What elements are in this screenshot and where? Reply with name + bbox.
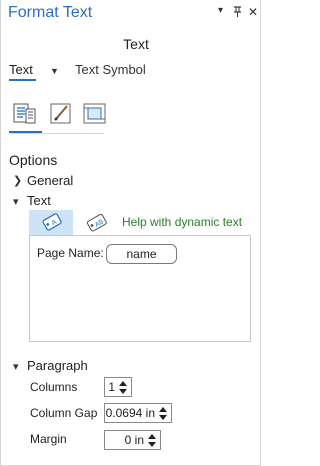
dynamic-text-tag-icon[interactable]: AB	[83, 210, 111, 235]
format-text-pane: Format Text ▾ ✕ Text Text ▼ Text Symbol	[0, 0, 261, 466]
group-paragraph[interactable]: Paragraph	[27, 358, 88, 373]
group-text[interactable]: Text	[27, 193, 51, 208]
options-heading: Options	[9, 152, 58, 168]
columns-label: Columns	[30, 380, 78, 394]
stepper-arrows-icon[interactable]	[158, 405, 168, 421]
stepper-arrows-icon[interactable]	[147, 432, 157, 448]
text-editor[interactable]: Page Name: name	[29, 235, 251, 342]
chevron-down-icon[interactable]: ▾	[13, 195, 19, 208]
margin-label: Margin	[30, 432, 67, 446]
column-gap-stepper[interactable]: 0.0694 in	[104, 403, 172, 423]
static-text-label: Page Name:	[37, 246, 104, 260]
position-frame-icon[interactable]	[81, 100, 109, 128]
pane-options-dropdown-icon[interactable]: ▾	[218, 5, 223, 16]
pane-titlebar: Format Text ▾ ✕	[1, 0, 260, 30]
text-properties-icon[interactable]	[11, 100, 39, 128]
insert-dynamic-text-icon[interactable]: A	[29, 210, 73, 235]
pin-icon[interactable]	[233, 6, 242, 20]
close-icon[interactable]: ✕	[248, 5, 258, 19]
pane-title: Format Text	[8, 4, 93, 21]
symbol-brush-icon[interactable]	[47, 100, 75, 128]
column-gap-label: Column Gap	[30, 406, 98, 420]
dynamic-text-row: A AB Help with dynamic text	[29, 210, 251, 235]
tab-selected-indicator	[9, 79, 36, 81]
group-general[interactable]: General	[27, 173, 73, 188]
tab-text[interactable]: Text	[9, 62, 33, 77]
chevron-right-icon[interactable]: ❯	[13, 174, 22, 187]
chevron-down-icon[interactable]: ▾	[13, 360, 19, 373]
toolbar-divider	[9, 133, 104, 134]
column-gap-value[interactable]: 0.0694 in	[106, 406, 155, 420]
tab-text-symbol[interactable]: Text Symbol	[75, 62, 146, 77]
dynamic-text-chip[interactable]: name	[106, 244, 177, 264]
stepper-arrows-icon[interactable]	[118, 379, 128, 395]
columns-value[interactable]: 1	[108, 380, 115, 394]
tab-dropdown-icon[interactable]: ▼	[50, 66, 59, 76]
columns-stepper[interactable]: 1	[104, 377, 132, 397]
margin-stepper[interactable]: 0 in	[104, 430, 161, 450]
margin-value[interactable]: 0 in	[125, 433, 144, 447]
pane-subtitle: Text	[123, 36, 149, 52]
help-dynamic-text-link[interactable]: Help with dynamic text	[122, 215, 242, 229]
